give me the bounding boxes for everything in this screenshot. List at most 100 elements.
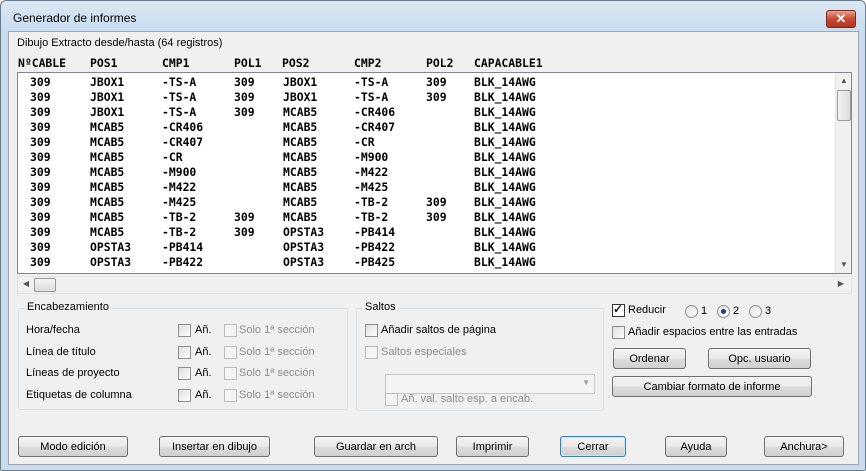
guardar-button[interactable]: Guardar en arch [314, 436, 438, 457]
hora-fecha-section-checkbox[interactable] [224, 324, 237, 337]
table-cell: 309 [30, 105, 51, 119]
table-row[interactable]: 309 MCAB5 -M900 MCAB5 -M422 BLK_14AWG [18, 165, 833, 180]
table-row[interactable]: 309 MCAB5 -TB-2 309 OPSTA3 -PB414 BLK_14AWG [18, 225, 833, 240]
hora-fecha-add-checkbox[interactable] [178, 324, 191, 337]
table-cell: MCAB5 [90, 180, 125, 194]
scroll-left-icon[interactable]: ◀ [18, 276, 34, 292]
table-cell: OPSTA3 [283, 225, 325, 239]
scroll-up-icon[interactable]: ▲ [836, 73, 851, 89]
table-row[interactable]: 309 MCAB5 -M422 MCAB5 -M425 BLK_14AWG [18, 180, 833, 195]
table-cell: MCAB5 [283, 105, 318, 119]
table-cell: -TS-A [162, 105, 197, 119]
table-cell: 309 [234, 210, 255, 224]
scroll-right-icon[interactable]: ▶ [833, 276, 849, 292]
special-breaks-select[interactable]: ▼ [385, 374, 595, 394]
table-cell: 309 [30, 150, 51, 164]
table-row[interactable]: 309 MCAB5 -TB-2 309 MCAB5 -TB-2 309 BLK_14AWG [18, 210, 833, 225]
table-cell: 309 [30, 135, 51, 149]
table-row[interactable]: 309 JBOX1 -TS-A 309 MCAB5 -CR406 BLK_14AWG [18, 105, 833, 120]
ayuda-button[interactable]: Ayuda [665, 436, 727, 457]
opc-usuario-button[interactable]: Opc. usuario [708, 348, 811, 369]
column-header: CAPACABLE1 [474, 56, 543, 70]
table-cell: -PB414 [354, 225, 396, 239]
table-cell: BLK_14AWG [474, 225, 536, 239]
horizontal-scrollbar[interactable]: ◀ ▶ [17, 276, 852, 294]
table-cell: MCAB5 [90, 165, 125, 179]
proyecto-add-checkbox[interactable] [178, 367, 191, 380]
scroll-down-icon[interactable]: ▼ [836, 257, 851, 273]
table-row[interactable]: 309 OPSTA3 -PB414 OPSTA3 -PB422 BLK_14AWG [18, 240, 833, 255]
reducir-radio-1[interactable] [685, 305, 698, 318]
titulo-section-checkbox[interactable] [224, 346, 237, 359]
cerrar-button[interactable]: Cerrar [560, 436, 626, 457]
hora-fecha-label: Hora/fecha [26, 324, 80, 336]
vertical-scrollbar[interactable]: ▲ ▼ [835, 73, 851, 273]
table-row[interactable]: 309 MCAB5 -CR406 MCAB5 -CR407 BLK_14AWG [18, 120, 833, 135]
table-row[interactable]: 309 MCAB5 -CR MCAB5 -M900 BLK_14AWG [18, 150, 833, 165]
reducir-checkbox[interactable] [612, 302, 625, 317]
chevron-down-icon: ▼ [582, 378, 590, 387]
table-cell: -M422 [354, 165, 389, 179]
close-window-button[interactable]: ✕ [826, 10, 856, 28]
table-cell: -M900 [354, 150, 389, 164]
table-cell: MCAB5 [90, 210, 125, 224]
table-cell: -CR406 [162, 120, 204, 134]
page-breaks-checkbox[interactable] [365, 324, 378, 337]
table-cell: -TB-2 [162, 225, 197, 239]
table-cell: 309 [30, 240, 51, 254]
reducir-radio-3[interactable] [749, 305, 762, 318]
table-cell: -CR [162, 150, 183, 164]
proyecto-label: Líneas de proyecto [26, 367, 120, 379]
table-cell: -M425 [354, 180, 389, 194]
table-row[interactable]: 309 MCAB5 -CR407 MCAB5 -CR BLK_14AWG [18, 135, 833, 150]
reducir-label: Reducir [628, 304, 666, 316]
column-header: POL2 [426, 56, 454, 70]
ordenar-button[interactable]: Ordenar [613, 348, 686, 369]
vertical-scroll-thumb[interactable] [837, 90, 851, 121]
table-cell: JBOX1 [90, 105, 125, 119]
table-cell: 309 [30, 210, 51, 224]
anchura-button[interactable]: Anchura> [764, 436, 844, 457]
table-cell: -CR407 [354, 120, 396, 134]
table-cell: 309 [234, 105, 255, 119]
section-label: Solo 1ª sección [239, 346, 315, 358]
window-title: Generador de informes [13, 11, 137, 25]
table-cell: MCAB5 [283, 195, 318, 209]
table-row[interactable]: 309 JBOX1 -TS-A 309 JBOX1 -TS-A 309 BLK_14AWG [18, 75, 833, 90]
insertar-button[interactable]: Insertar en dibujo [159, 436, 270, 457]
table-cell: MCAB5 [283, 210, 318, 224]
cambiar-formato-button[interactable]: Cambiar formato de informe [612, 376, 812, 397]
dialog-body: Dibujo Extracto desde/hasta (64 registro… [8, 31, 859, 465]
table-cell: -TS-A [162, 75, 197, 89]
spaces-checkbox[interactable] [612, 326, 625, 339]
special-breaks-checkbox[interactable] [365, 346, 378, 359]
horizontal-scroll-thumb[interactable] [34, 278, 56, 292]
table-cell: JBOX1 [283, 90, 318, 104]
add-value-checkbox[interactable] [385, 393, 398, 406]
table-cell: -TS-A [354, 90, 389, 104]
radio-1-label: 1 [701, 305, 708, 317]
reducir-radio-2[interactable] [717, 305, 730, 318]
titulo-add-checkbox[interactable] [178, 346, 191, 359]
table-row[interactable]: 309 MCAB5 -M425 MCAB5 -TB-2 309 BLK_14AWG [18, 195, 833, 210]
table-cell: OPSTA3 [283, 255, 325, 269]
table-cell: BLK_14AWG [474, 195, 536, 209]
table-cell: JBOX1 [90, 90, 125, 104]
encabezamiento-title: Encabezamiento [25, 301, 111, 313]
column-header: POS2 [282, 56, 310, 70]
proyecto-section-checkbox[interactable] [224, 367, 237, 380]
titulo-label: Línea de título [26, 346, 96, 358]
table-cell: BLK_14AWG [474, 255, 536, 269]
etiquetas-add-checkbox[interactable] [178, 389, 191, 402]
radio-3-label: 3 [765, 305, 772, 317]
table-cell: MCAB5 [283, 120, 318, 134]
etiquetas-section-checkbox[interactable] [224, 389, 237, 402]
table-cell: MCAB5 [90, 195, 125, 209]
table-row[interactable]: 309 JBOX1 -TS-A 309 JBOX1 -TS-A 309 BLK_14AWG [18, 90, 833, 105]
imprimir-button[interactable]: Imprimir [456, 436, 529, 457]
title-bar[interactable]: Generador de informes ✕ [1, 1, 865, 31]
table-row[interactable]: 309 OPSTA3 -PB422 OPSTA3 -PB425 BLK_14AWG [18, 255, 833, 270]
column-header: CMP2 [354, 56, 382, 70]
modo-edicion-button[interactable]: Modo edición [18, 436, 128, 457]
report-list[interactable]: 309 JBOX1 -TS-A 309 JBOX1 -TS-A 309 BLK_14AWG 30… [17, 72, 852, 274]
